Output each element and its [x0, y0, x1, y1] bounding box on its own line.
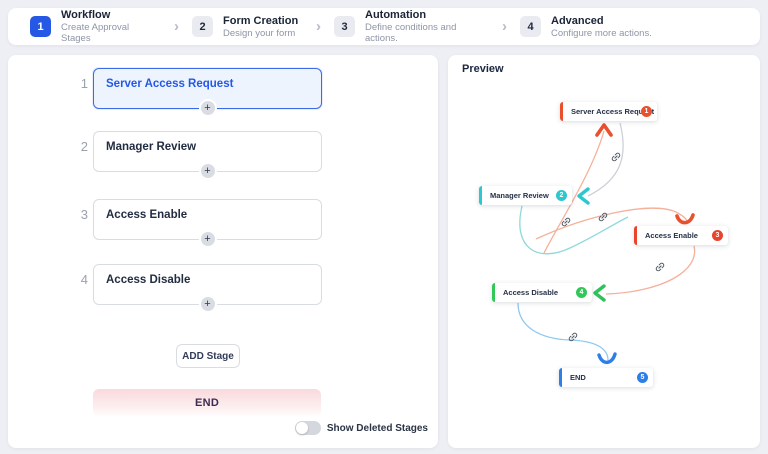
stepper-step-form-creation[interactable]: 2 Form Creation Design your form	[192, 15, 303, 39]
stage-label: Manager Review	[94, 132, 321, 153]
step-number-badge: 4	[520, 16, 541, 37]
chevron-right-icon: ›	[316, 18, 321, 35]
stage-label: Server Access Request	[94, 69, 321, 90]
step-subtitle: Configure more actions.	[551, 28, 663, 39]
node-order-badge: 2	[556, 190, 567, 201]
node-label: Access Disable	[503, 288, 558, 297]
stepper-step-advanced[interactable]: 4 Advanced Configure more actions.	[520, 15, 663, 39]
node-color-bar	[560, 102, 563, 121]
chevron-right-icon: ›	[174, 18, 179, 35]
preview-panel: Preview Server Access Request 1	[448, 55, 760, 448]
step-subtitle: Create Approval Stages	[61, 22, 161, 44]
stepper-bar: 1 Workflow Create Approval Stages › 2 Fo…	[8, 8, 760, 45]
show-deleted-stages-toggle[interactable]	[295, 421, 321, 435]
end-label: END	[195, 397, 219, 409]
node-color-bar	[559, 368, 562, 387]
node-label: END	[570, 373, 586, 382]
flowchart-canvas[interactable]: Server Access Request 1 Manager Review 2…	[448, 55, 760, 448]
flow-node-access-enable[interactable]: Access Enable 3	[634, 226, 728, 245]
node-order-badge: 5	[637, 372, 648, 383]
stage-number: 2	[70, 139, 88, 154]
add-stage-button[interactable]: ADD Stage	[176, 344, 240, 368]
stage-card-server-access-request[interactable]: Server Access Request +	[93, 68, 322, 109]
step-title: Form Creation	[223, 15, 303, 28]
flow-node-server-access-request[interactable]: Server Access Request 1	[560, 102, 657, 121]
node-color-bar	[479, 186, 482, 205]
step-number-badge: 1	[30, 16, 51, 37]
toggle-knob	[296, 422, 308, 434]
chevron-right-icon: ›	[502, 18, 507, 35]
add-stage-after-icon[interactable]: +	[201, 101, 215, 115]
flow-node-manager-review[interactable]: Manager Review 2	[479, 186, 572, 205]
add-stage-after-icon[interactable]: +	[201, 297, 215, 311]
stage-number: 1	[70, 76, 88, 91]
step-subtitle: Design your form	[223, 28, 303, 39]
step-number-badge: 3	[334, 16, 355, 37]
stage-card-manager-review[interactable]: Manager Review +	[93, 131, 322, 172]
stage-card-access-enable[interactable]: Access Enable +	[93, 199, 322, 240]
stepper-step-automation[interactable]: 3 Automation Define conditions and actio…	[334, 9, 489, 44]
stepper-step-workflow[interactable]: 1 Workflow Create Approval Stages	[30, 9, 161, 44]
stage-label: Access Disable	[94, 265, 321, 286]
end-marker: END	[93, 389, 321, 417]
node-order-badge: 3	[712, 230, 723, 241]
node-order-badge: 1	[641, 106, 652, 117]
stage-label: Access Enable	[94, 200, 321, 221]
step-subtitle: Define conditions and actions.	[365, 22, 489, 44]
node-color-bar	[492, 283, 495, 302]
stage-list-panel: 1 Server Access Request + 2 Manager Revi…	[8, 55, 438, 448]
stage-number: 4	[70, 272, 88, 287]
node-label: Access Enable	[645, 231, 698, 240]
step-number-badge: 2	[192, 16, 213, 37]
stage-number: 3	[70, 207, 88, 222]
flow-node-end[interactable]: END 5	[559, 368, 653, 387]
node-order-badge: 4	[576, 287, 587, 298]
stage-card-access-disable[interactable]: Access Disable +	[93, 264, 322, 305]
step-title: Workflow	[61, 9, 161, 22]
step-title: Automation	[365, 9, 489, 22]
node-color-bar	[634, 226, 637, 245]
add-stage-after-icon[interactable]: +	[201, 164, 215, 178]
flow-node-access-disable[interactable]: Access Disable 4	[492, 283, 592, 302]
add-stage-after-icon[interactable]: +	[201, 232, 215, 246]
step-title: Advanced	[551, 15, 663, 28]
node-label: Manager Review	[490, 191, 549, 200]
show-deleted-stages-label: Show Deleted Stages	[327, 423, 428, 434]
